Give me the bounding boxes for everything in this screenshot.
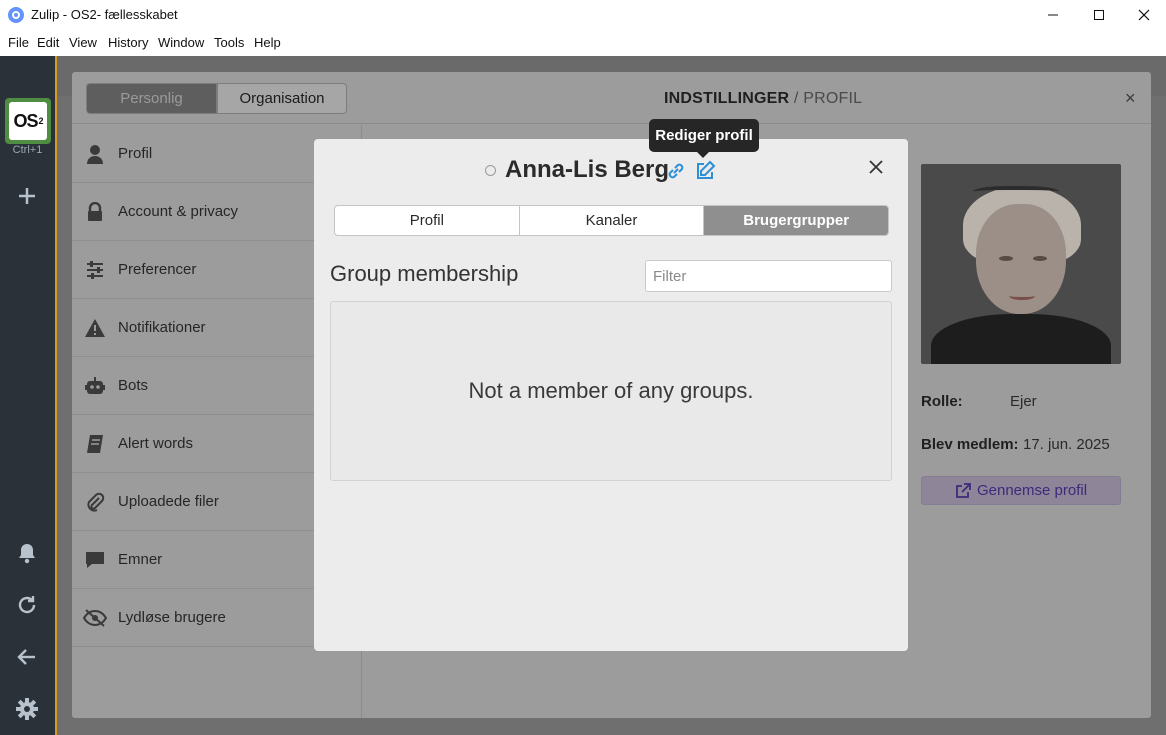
user-icon: [72, 144, 118, 164]
organization-logo: OS 2: [9, 102, 47, 140]
add-organization-button[interactable]: [14, 183, 40, 209]
edit-profile-tooltip: Rediger profil: [649, 119, 759, 152]
settings-title: INDSTILLINGER / PROFIL: [664, 90, 862, 108]
profile-tabs: Profil Kanaler Brugergrupper: [334, 205, 889, 236]
close-icon: [869, 160, 883, 174]
settings-close-button[interactable]: ×: [1125, 88, 1136, 109]
sidebar-item-label: Profil: [118, 145, 153, 162]
tab-organization-settings[interactable]: Organisation: [217, 83, 347, 114]
minimize-button[interactable]: [1030, 0, 1076, 30]
plus-icon: [19, 188, 35, 204]
role-label: Rolle:: [921, 393, 963, 410]
eye-slash-icon: [72, 608, 118, 627]
arrow-left-icon: [17, 649, 35, 665]
reload-button[interactable]: [14, 592, 40, 618]
tooltip-arrow: [697, 152, 709, 158]
organization-shortcut: Ctrl+1: [12, 144, 43, 156]
sidebar-item-label: Emner: [118, 551, 163, 568]
user-avatar: [921, 164, 1121, 364]
empty-groups-message: Not a member of any groups.: [468, 378, 754, 403]
settings-header: Personlig Organisation INDSTILLINGER / P…: [72, 72, 1151, 124]
organization-tile[interactable]: OS 2: [5, 98, 51, 144]
tab-personal-settings[interactable]: Personlig: [86, 83, 217, 114]
copy-link-button[interactable]: [665, 160, 687, 182]
settings-title-separator: /: [789, 90, 804, 107]
user-name: Anna-Lis Berg: [505, 156, 670, 183]
gear-icon: [16, 698, 38, 720]
sidebar-item-label: Uploadede filer: [118, 493, 219, 510]
tab-channels[interactable]: Kanaler: [520, 206, 705, 235]
link-icon: [668, 163, 684, 179]
joined-value: 17. jun. 2025: [1023, 436, 1110, 453]
presence-status-icon: [485, 165, 496, 176]
zulip-logo-icon: [8, 7, 24, 23]
modal-close-button[interactable]: [866, 157, 886, 177]
menu-edit[interactable]: Edit: [37, 35, 59, 50]
paperclip-icon: [72, 492, 118, 512]
lock-icon: [72, 201, 118, 222]
menu-tools[interactable]: Tools: [214, 35, 244, 50]
joined-label: Blev medlem:: [921, 436, 1019, 453]
title-bar: Zulip - OS2- fællesskabet: [0, 0, 1166, 30]
view-profile-button[interactable]: Gennemse profil: [921, 476, 1121, 505]
back-button[interactable]: [14, 644, 40, 670]
sidebar-item-label: Bots: [118, 377, 149, 394]
tab-user-groups[interactable]: Brugergrupper: [704, 206, 888, 235]
minimize-icon: [1048, 14, 1058, 16]
role-value: Ejer: [1010, 393, 1037, 410]
user-profile-modal: Anna-Lis Berg Profil Kanaler Brugergrupp…: [314, 139, 908, 651]
notifications-button[interactable]: [14, 540, 40, 566]
bell-icon: [19, 544, 35, 564]
group-list: Not a member of any groups.: [330, 301, 892, 481]
sidebar-item-label: Lydløse brugere: [118, 609, 226, 626]
window-title: Zulip - OS2- fællesskabet: [31, 7, 178, 22]
edit-icon: [697, 160, 716, 179]
reload-icon: [18, 596, 36, 614]
maximize-button[interactable]: [1076, 0, 1122, 30]
menu-help[interactable]: Help: [254, 35, 281, 50]
maximize-icon: [1094, 10, 1104, 20]
sidebar-item-label: Account & privacy: [118, 203, 239, 220]
settings-title-sub: PROFIL: [803, 90, 863, 107]
menu-window[interactable]: Window: [158, 35, 204, 50]
menu-view[interactable]: View: [69, 35, 97, 50]
book-icon: [72, 434, 118, 454]
group-membership-title: Group membership: [330, 261, 519, 286]
organization-initials: OS: [13, 110, 38, 131]
external-link-icon: [956, 482, 971, 498]
warning-icon: [72, 318, 118, 338]
tab-profile[interactable]: Profil: [335, 206, 520, 235]
robot-icon: [72, 376, 118, 395]
group-filter-input[interactable]: [645, 260, 892, 292]
edit-profile-button[interactable]: [694, 160, 716, 182]
menu-bar: File Edit View History Window Tools Help: [0, 30, 1166, 56]
sidebar-item-label: Alert words: [118, 435, 194, 452]
close-window-button[interactable]: [1121, 0, 1166, 30]
sliders-icon: [72, 260, 118, 279]
organization-superscript: 2: [38, 116, 44, 126]
menu-history[interactable]: History: [108, 35, 148, 50]
settings-title-main: INDSTILLINGER: [664, 90, 790, 107]
server-rail: [0, 56, 55, 735]
menu-file[interactable]: File: [8, 35, 29, 50]
app-settings-button[interactable]: [14, 696, 40, 722]
chat-icon: [72, 551, 118, 569]
sidebar-item-label: Notifikationer: [118, 319, 206, 336]
view-profile-label: Gennemse profil: [976, 482, 1088, 499]
close-icon: [1138, 9, 1150, 21]
sidebar-item-label: Preferencer: [118, 261, 197, 278]
